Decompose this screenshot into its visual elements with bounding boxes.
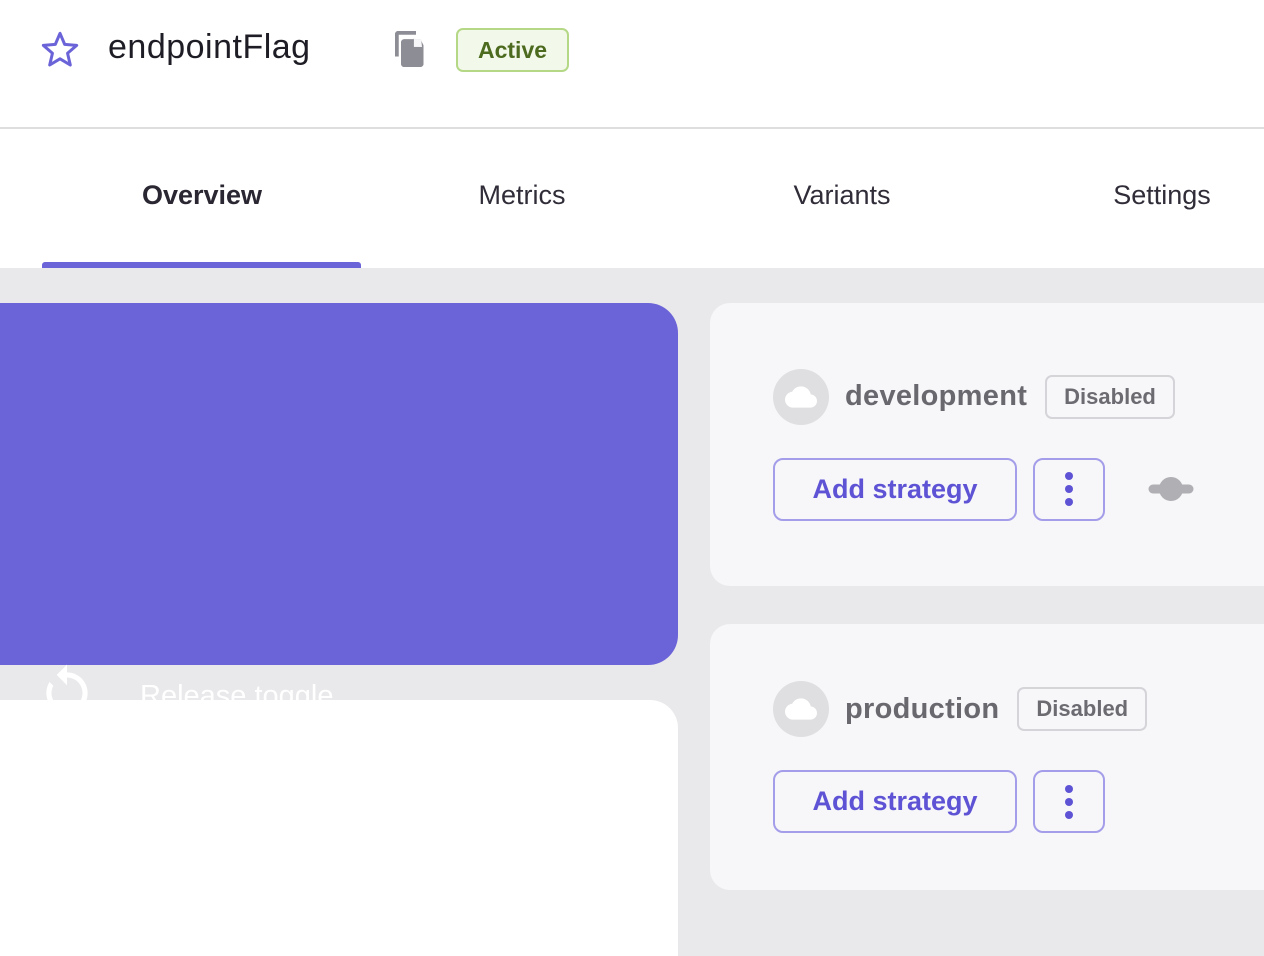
environment-card-actions: Add strategy [773,770,1264,833]
tab-overview[interactable]: Overview [42,129,362,262]
environment-toggle-switch-icon[interactable] [1147,475,1195,503]
kebab-dot [1065,485,1073,493]
feature-flag-page: endpointFlag Active Overview Metrics Var… [0,0,1264,956]
environment-card-production: production Disabled Add strategy [710,624,1264,890]
kebab-dot [1065,811,1073,819]
environment-status-badge: Disabled [1017,687,1147,731]
tab-overview-label: Overview [142,180,262,211]
tab-bar: Overview Metrics Variants Settings [42,129,1264,268]
kebab-dot [1065,785,1073,793]
tab-settings-label: Settings [1113,180,1211,211]
flag-summary-card: Release toggle Project: default No descr… [0,303,678,665]
page-title: endpointFlag [108,28,311,67]
cloud-icon [773,681,829,737]
environment-card-actions: Add strategy [773,458,1264,521]
kebab-menu-button[interactable] [1033,458,1105,521]
tab-variants-label: Variants [793,180,890,211]
environment-card-header: development Disabled [773,369,1264,425]
kebab-menu-button[interactable] [1033,770,1105,833]
enabled-environments-panel: Enabled in environments (0) ? developmen… [0,700,678,956]
add-strategy-button[interactable]: Add strategy [773,770,1017,833]
tab-variants[interactable]: Variants [682,129,1002,262]
tab-metrics[interactable]: Metrics [362,129,682,262]
copy-icon[interactable] [392,28,428,70]
cloud-icon [773,369,829,425]
kebab-dot [1065,798,1073,806]
page-header: endpointFlag Active [0,0,1264,127]
add-strategy-button[interactable]: Add strategy [773,458,1017,521]
environment-card-name: development [845,380,1027,413]
environment-card-header: production Disabled [773,681,1264,737]
environment-card-name: production [845,693,999,726]
kebab-dot [1065,498,1073,506]
kebab-dot [1065,472,1073,480]
tab-settings[interactable]: Settings [1002,129,1264,262]
environment-status-badge: Disabled [1045,375,1175,419]
favorite-star-icon[interactable] [40,30,80,70]
environment-card-development: development Disabled Add strategy [710,303,1264,586]
status-badge: Active [456,28,569,72]
tab-metrics-label: Metrics [479,180,566,211]
